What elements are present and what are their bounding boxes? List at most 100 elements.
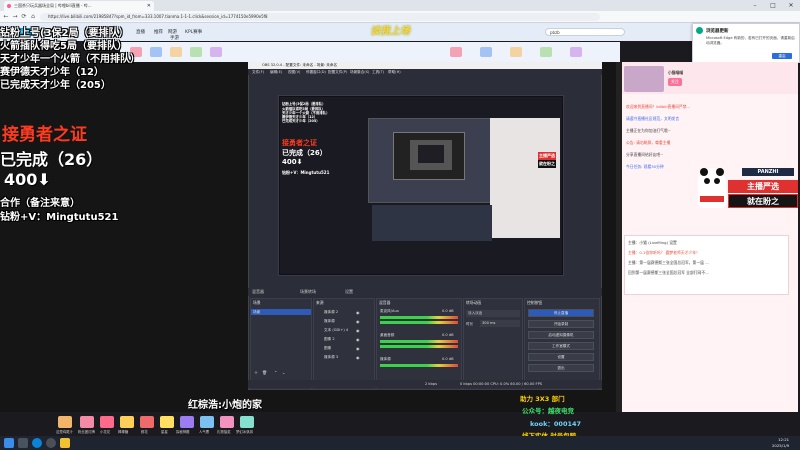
stop-streaming-button[interactable]: 停止直播 bbox=[528, 309, 594, 317]
browser-tab[interactable]: 三国杀只玩兵器场全局 | 哔哩bili直播 - 哔... ✕ bbox=[4, 1, 154, 11]
obs-tab[interactable]: 设置 bbox=[345, 288, 353, 296]
panda-eye bbox=[704, 178, 710, 184]
obs-menu-item[interactable]: 帮助(H) bbox=[388, 69, 401, 75]
source-item[interactable]: 图像 2 bbox=[324, 337, 335, 342]
toolbar-icon[interactable] bbox=[540, 47, 552, 57]
duration-input[interactable]: 300 ms bbox=[480, 320, 520, 327]
controls-title: 控制按钮 bbox=[527, 300, 543, 305]
chat-message: 公告: 请勿刷屏，尊重主播 bbox=[626, 140, 671, 145]
nav-item-live[interactable]: 直播 bbox=[136, 29, 145, 35]
add-scene-icon[interactable]: ＋ bbox=[254, 370, 258, 376]
gift-label: 星星 bbox=[161, 430, 168, 434]
close-window-button[interactable]: ✕ bbox=[782, 0, 800, 11]
scenes-title: 场景 bbox=[253, 300, 261, 305]
nav-item-mobile-games[interactable]: 手游 bbox=[170, 35, 179, 41]
visibility-eye-icon[interactable]: ◉ bbox=[356, 319, 360, 324]
home-icon[interactable]: ⌂ bbox=[29, 13, 37, 21]
folder-icon[interactable] bbox=[60, 438, 70, 448]
gift-icon[interactable] bbox=[80, 416, 94, 428]
toolbar-icon[interactable] bbox=[450, 47, 462, 57]
source-item[interactable]: 媒体源 bbox=[324, 319, 335, 324]
gift-icon[interactable] bbox=[58, 416, 72, 428]
sources-dock bbox=[313, 298, 375, 390]
source-item[interactable]: 文本 (GDI+) 4 bbox=[324, 328, 348, 333]
reload-icon[interactable]: ⟳ bbox=[20, 13, 28, 21]
visibility-eye-icon[interactable]: ◉ bbox=[356, 310, 360, 315]
obs-menu-item[interactable]: 配置文件(P) bbox=[328, 69, 347, 75]
studio-mode-button[interactable]: 工作室模式 bbox=[528, 342, 594, 350]
browser-tab-bar: 三国杀只玩兵器场全局 | 哔哩bili直播 - 哔... ✕ – □ ✕ bbox=[0, 0, 800, 11]
restart-button[interactable]: 重启 bbox=[772, 53, 792, 59]
gift-icon[interactable] bbox=[100, 416, 114, 428]
edge-icon[interactable] bbox=[32, 438, 42, 448]
avatar[interactable] bbox=[624, 66, 664, 92]
settings-button[interactable]: 设置 bbox=[528, 353, 594, 361]
gift-icon[interactable] bbox=[240, 416, 254, 428]
obs-menu-item[interactable]: 工具(T) bbox=[372, 69, 384, 75]
toolbar-icon[interactable] bbox=[510, 47, 522, 57]
obs-icon[interactable] bbox=[46, 438, 56, 448]
taskbar bbox=[0, 436, 800, 450]
source-item[interactable]: 媒体源 2 bbox=[324, 310, 338, 315]
chat-message: 分享直播间给好友吧~ bbox=[626, 152, 664, 157]
visibility-eye-icon[interactable]: ◉ bbox=[356, 355, 360, 360]
visibility-eye-icon[interactable]: ◉ bbox=[356, 328, 360, 333]
source-item[interactable]: 图像 bbox=[324, 346, 331, 351]
nested-vx: 钻粉+V：Mingtutu521 bbox=[282, 170, 330, 175]
toolbar-icon[interactable] bbox=[480, 47, 492, 57]
obs-status: 0 kbps 00:00:00 CPU: 0.0% 60.00 / 60.00 … bbox=[460, 382, 543, 386]
visibility-eye-icon[interactable]: ◉ bbox=[356, 346, 360, 351]
scene-item[interactable]: 场景 bbox=[251, 309, 311, 315]
exit-button[interactable]: 退出 bbox=[528, 364, 594, 372]
visibility-eye-icon[interactable]: ◉ bbox=[356, 337, 360, 342]
start-icon[interactable] bbox=[4, 438, 14, 448]
start-recording-button[interactable]: 开始录制 bbox=[528, 320, 594, 328]
obs-menu-item[interactable]: 场景集合(S) bbox=[350, 69, 369, 75]
panzhi-slogan-1: 主播严选 bbox=[728, 180, 798, 193]
obs-menu-item[interactable]: 编辑(E) bbox=[270, 69, 282, 75]
toolbar-icon[interactable] bbox=[210, 47, 222, 57]
panel-line: 主播：0.1倍你听吗？ 圆梦老师天才少年！ bbox=[628, 250, 700, 255]
move-up-icon[interactable]: ⌃ bbox=[274, 370, 277, 375]
nav-item-kpl[interactable]: KPL赛事 bbox=[185, 29, 202, 35]
overlay-done: 已完成（26） bbox=[0, 150, 103, 169]
maximize-button[interactable]: □ bbox=[764, 0, 782, 11]
obs-menu-item[interactable]: 停靠窗口(D) bbox=[306, 69, 326, 75]
follow-button[interactable]: 关注 bbox=[668, 78, 682, 86]
toolbar-icon[interactable] bbox=[190, 47, 202, 57]
gift-label: 礼物抽奖 bbox=[217, 430, 231, 434]
toolbar-icon[interactable] bbox=[170, 47, 182, 57]
url-field[interactable]: https://live.bilibili.com/21985847?spm_i… bbox=[40, 13, 600, 21]
gift-icon[interactable] bbox=[120, 416, 134, 428]
gift-icon[interactable] bbox=[160, 416, 174, 428]
back-icon[interactable]: ← bbox=[2, 13, 10, 21]
obs-menu-item[interactable]: 视图(V) bbox=[288, 69, 300, 75]
toolbar-icon[interactable] bbox=[150, 47, 162, 57]
search-icon[interactable] bbox=[18, 438, 28, 448]
move-down-icon[interactable]: ⌄ bbox=[282, 370, 285, 375]
mixer-channel-db: 0.0 dB bbox=[442, 309, 454, 313]
audio-meter bbox=[380, 340, 458, 343]
gift-icon[interactable] bbox=[220, 416, 234, 428]
virtual-camera-button[interactable]: 启动虚拟摄像机 bbox=[528, 331, 594, 339]
gift-icon[interactable] bbox=[200, 416, 214, 428]
nested-obs-docks bbox=[372, 205, 492, 241]
remove-scene-icon[interactable]: 🗑 bbox=[262, 370, 267, 375]
transition-select[interactable]: 淡入淡出 bbox=[466, 310, 520, 317]
gift-icon[interactable] bbox=[180, 416, 194, 428]
nav-item-recommend[interactable]: 推荐 bbox=[154, 29, 163, 35]
mixer-channel-name: 桌面音频 bbox=[380, 333, 395, 337]
overlay-coop: 合作（备注来意） bbox=[0, 198, 80, 209]
obs-tab[interactable]: 混音器 bbox=[252, 288, 264, 296]
panda-ear bbox=[716, 168, 724, 176]
gift-icon[interactable] bbox=[140, 416, 154, 428]
obs-tab[interactable]: 场景转场 bbox=[300, 288, 316, 296]
minimize-button[interactable]: – bbox=[746, 0, 764, 11]
source-item[interactable]: 媒体源 3 bbox=[324, 355, 338, 360]
toolbar-icon[interactable] bbox=[570, 47, 582, 57]
tab-close-icon[interactable]: ✕ bbox=[147, 1, 151, 11]
nested-sticker-2: 就在盼之 bbox=[538, 160, 556, 168]
search-input[interactable]: pbzb bbox=[545, 28, 625, 36]
obs-menu-item[interactable]: 文件(F) bbox=[252, 69, 264, 75]
forward-icon[interactable]: → bbox=[11, 13, 19, 21]
